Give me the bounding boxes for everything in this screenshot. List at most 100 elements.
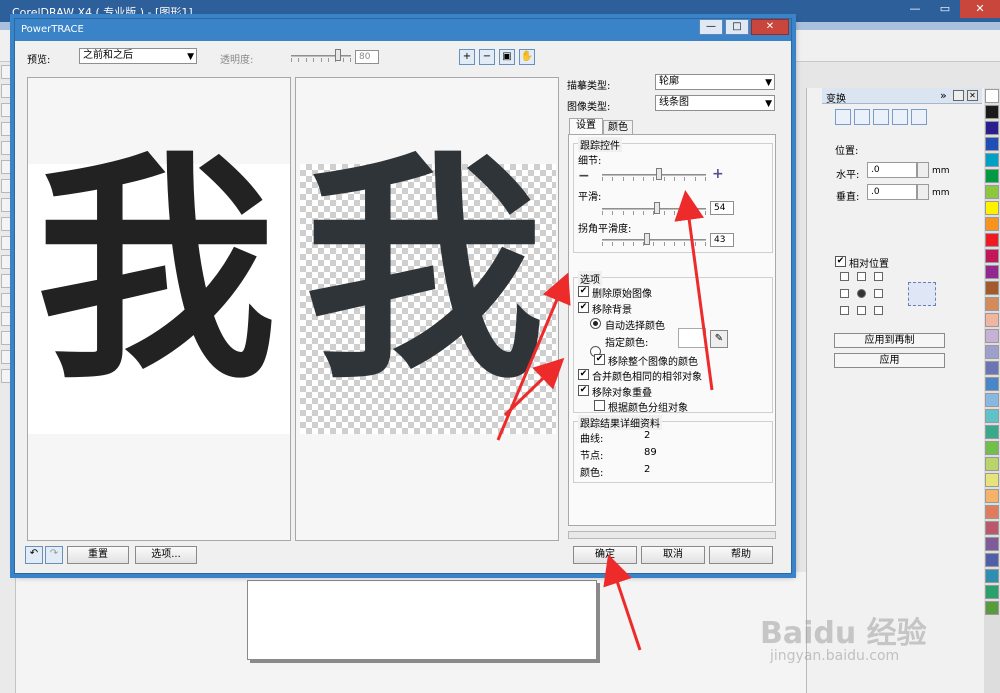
palette-swatch[interactable] <box>985 601 999 615</box>
fit-to-window-icon[interactable]: ▣ <box>499 49 515 65</box>
preview-select[interactable]: 之前和之后 ▼ <box>79 48 197 64</box>
image-type-select[interactable]: 线条图 ▼ <box>655 95 775 111</box>
palette-swatch[interactable] <box>985 537 999 551</box>
palette-swatch[interactable] <box>985 425 999 439</box>
corner-smooth-input[interactable]: 43 <box>710 233 734 247</box>
crop-tool-icon[interactable] <box>1 103 15 117</box>
outline-tool-icon[interactable] <box>1 331 15 345</box>
palette-swatch[interactable] <box>985 249 999 263</box>
help-button[interactable]: 帮助 <box>709 546 773 564</box>
remove-background-checkbox[interactable]: ✔ <box>578 302 589 313</box>
palette-swatch[interactable] <box>985 377 999 391</box>
pan-hand-icon[interactable]: ✋ <box>519 49 535 65</box>
transparency-input[interactable]: 80 <box>355 50 379 64</box>
after-preview-pane[interactable]: 我 <box>295 77 559 541</box>
pick-tool-icon[interactable] <box>1 65 15 79</box>
palette-swatch[interactable] <box>985 409 999 423</box>
reset-button[interactable]: 重置 <box>67 546 129 564</box>
ok-button[interactable]: 确定 <box>573 546 637 564</box>
palette-swatch[interactable] <box>985 473 999 487</box>
cancel-button[interactable]: 取消 <box>641 546 705 564</box>
vertical-input[interactable]: .0 <box>867 184 917 200</box>
trace-type-select[interactable]: 轮廓 ▼ <box>655 74 775 90</box>
palette-swatch[interactable] <box>985 441 999 455</box>
palette-swatch[interactable] <box>985 185 999 199</box>
close-button[interactable]: ✕ <box>960 0 1000 18</box>
detail-slider[interactable] <box>602 168 706 181</box>
anchor-bottom-left[interactable] <box>840 306 849 315</box>
interactive-tool-icon[interactable] <box>1 293 15 307</box>
dialog-maximize-button[interactable]: □ <box>725 19 749 35</box>
delete-original-checkbox[interactable]: ✔ <box>578 286 589 297</box>
palette-swatch[interactable] <box>985 153 999 167</box>
dialog-minimize-button[interactable]: — <box>699 19 723 35</box>
palette-swatch[interactable] <box>985 457 999 471</box>
palette-swatch[interactable] <box>985 169 999 183</box>
table-tool-icon[interactable] <box>1 274 15 288</box>
palette-swatch[interactable] <box>985 585 999 599</box>
minimize-button[interactable]: — <box>900 0 930 18</box>
palette-swatch[interactable] <box>985 201 999 215</box>
horizontal-spinner[interactable] <box>917 162 929 178</box>
position-mode-icon[interactable] <box>835 109 851 125</box>
minus-icon[interactable]: − <box>578 168 590 184</box>
text-tool-icon[interactable] <box>1 255 15 269</box>
merge-adjacent-checkbox[interactable]: ✔ <box>578 369 589 380</box>
palette-swatch[interactable] <box>985 233 999 247</box>
dialog-close-button[interactable]: ✕ <box>751 19 789 35</box>
palette-swatch[interactable] <box>985 393 999 407</box>
close-docker-icon[interactable]: ✕ <box>967 90 978 101</box>
palette-swatch[interactable] <box>985 521 999 535</box>
ellipse-tool-icon[interactable] <box>1 198 15 212</box>
group-by-color-checkbox[interactable] <box>594 400 605 411</box>
redo-icon[interactable]: ↷ <box>45 546 63 564</box>
auto-color-radio[interactable] <box>590 318 601 329</box>
palette-swatch[interactable] <box>985 105 999 119</box>
palette-swatch[interactable] <box>985 553 999 567</box>
options-button[interactable]: 选项... <box>135 546 197 564</box>
vertical-spinner[interactable] <box>917 184 929 200</box>
corner-smooth-slider[interactable] <box>602 233 706 246</box>
anchor-top-right[interactable] <box>874 272 883 281</box>
before-preview-pane[interactable]: 我 <box>27 77 291 541</box>
palette-swatch[interactable] <box>985 265 999 279</box>
eyedropper-tool-icon[interactable] <box>1 312 15 326</box>
basic-shapes-tool-icon[interactable] <box>1 236 15 250</box>
rotate-mode-icon[interactable] <box>854 109 870 125</box>
polygon-tool-icon[interactable] <box>1 217 15 231</box>
zoom-out-icon[interactable]: − <box>479 49 495 65</box>
apply-button[interactable]: 应用 <box>834 353 945 368</box>
palette-swatch[interactable] <box>985 361 999 375</box>
palette-swatch[interactable] <box>985 489 999 503</box>
palette-swatch[interactable] <box>985 505 999 519</box>
anchor-center[interactable] <box>857 289 866 298</box>
color-swatch[interactable] <box>678 328 706 348</box>
horizontal-input[interactable]: .0 <box>867 162 917 178</box>
palette-swatch[interactable] <box>985 569 999 583</box>
palette-swatch[interactable] <box>985 313 999 327</box>
anchor-middle-left[interactable] <box>840 289 849 298</box>
scale-mode-icon[interactable] <box>873 109 889 125</box>
shape-tool-icon[interactable] <box>1 84 15 98</box>
interactive-fill-tool-icon[interactable] <box>1 369 15 383</box>
freehand-tool-icon[interactable] <box>1 141 15 155</box>
anchor-middle-right[interactable] <box>874 289 883 298</box>
smooth-slider[interactable] <box>602 202 706 215</box>
skew-mode-icon[interactable] <box>911 109 927 125</box>
smart-fill-tool-icon[interactable] <box>1 160 15 174</box>
anchor-bottom-center[interactable] <box>857 306 866 315</box>
zoom-in-icon[interactable]: + <box>459 49 475 65</box>
palette-swatch[interactable] <box>985 345 999 359</box>
maximize-button[interactable]: ▭ <box>930 0 960 18</box>
palette-swatch[interactable] <box>985 137 999 151</box>
undo-icon[interactable]: ↶ <box>25 546 43 564</box>
plus-icon[interactable]: + <box>712 166 724 182</box>
palette-swatch[interactable] <box>985 281 999 295</box>
smooth-input[interactable]: 54 <box>710 201 734 215</box>
remove-whole-color-checkbox[interactable]: ✔ <box>594 354 605 365</box>
apply-to-duplicate-button[interactable]: 应用到再制 <box>834 333 945 348</box>
palette-swatch[interactable] <box>985 121 999 135</box>
palette-swatch[interactable] <box>985 297 999 311</box>
anchor-bottom-right[interactable] <box>874 306 883 315</box>
anchor-top-center[interactable] <box>857 272 866 281</box>
